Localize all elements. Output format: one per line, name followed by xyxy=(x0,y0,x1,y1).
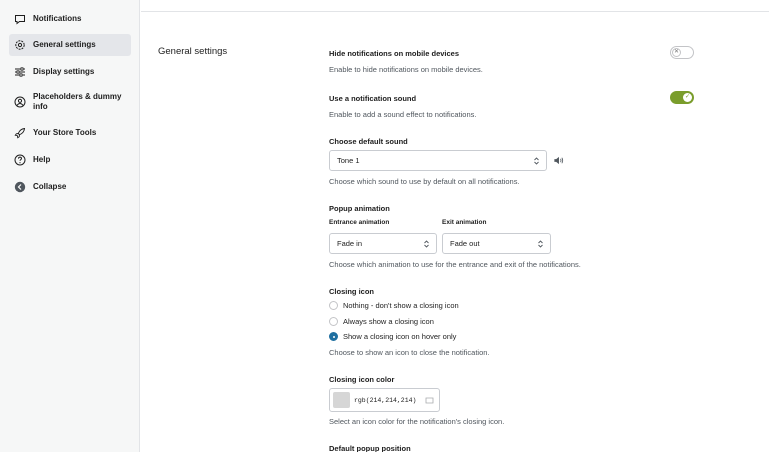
sidebar-item-label: Notifications xyxy=(33,13,82,23)
exit-animation-value: Fade out xyxy=(450,239,480,248)
radio-label: Always show a closing icon xyxy=(343,317,434,326)
closing-icon-color-help: Select an icon color for the notificatio… xyxy=(329,417,505,426)
sidebar-item-display-settings[interactable]: Display settings xyxy=(9,63,131,80)
popup-animation-label: Popup animation xyxy=(329,204,390,213)
sound-help: Enable to add a sound effect to notifica… xyxy=(329,110,477,119)
sidebar: Notifications General settings Display s… xyxy=(0,0,140,452)
select-chevron-icon xyxy=(424,240,429,248)
sidebar-item-label: Collapse xyxy=(33,181,67,191)
hide-mobile-toggle[interactable]: ✕ xyxy=(670,46,694,59)
exit-animation-select[interactable]: Fade out xyxy=(442,233,551,254)
default-position-label: Default popup position xyxy=(329,444,411,452)
closing-icon-color-label: Closing icon color xyxy=(329,375,395,384)
closing-icon-label: Closing icon xyxy=(329,287,374,296)
entrance-animation-value: Fade in xyxy=(337,239,363,248)
sidebar-item-label: Placeholders & dummy info xyxy=(33,92,122,111)
radio-label: Show a closing icon on hover only xyxy=(343,332,457,341)
eraser-icon[interactable] xyxy=(425,397,434,404)
sound-label: Use a notification sound xyxy=(329,94,417,103)
default-sound-value: Tone 1 xyxy=(337,156,360,165)
page-title: General settings xyxy=(158,46,228,57)
sidebar-item-store-tools[interactable]: Your Store Tools xyxy=(9,124,131,141)
close-icon: ✕ xyxy=(672,48,681,57)
sidebar-item-label: General settings xyxy=(33,40,96,49)
entrance-animation-label: Entrance animation xyxy=(329,219,390,226)
color-swatch[interactable] xyxy=(333,392,350,408)
sidebar-item-notifications[interactable]: Notifications xyxy=(9,10,131,27)
user-circle-icon xyxy=(14,96,26,108)
gear-icon xyxy=(14,39,26,51)
closing-icon-color-picker[interactable]: rgb(214,214,214) xyxy=(329,388,440,412)
sidebar-item-label: Help xyxy=(33,154,51,164)
hide-mobile-help: Enable to hide notifications on mobile d… xyxy=(329,65,483,74)
select-chevron-icon xyxy=(538,240,543,248)
color-value: rgb(214,214,214) xyxy=(354,397,417,404)
closing-icon-option-always[interactable]: Always show a closing icon xyxy=(329,317,434,326)
popup-animation-help: Choose which animation to use for the en… xyxy=(329,260,581,269)
select-chevron-icon xyxy=(534,157,539,165)
sidebar-item-placeholders[interactable]: Placeholders & dummy info xyxy=(9,90,131,114)
sidebar-item-general-settings[interactable]: General settings xyxy=(9,34,131,56)
hide-mobile-label: Hide notifications on mobile devices xyxy=(329,49,460,58)
header-divider xyxy=(141,11,769,12)
rocket-icon xyxy=(14,127,26,139)
radio-button[interactable] xyxy=(329,317,338,326)
sidebar-item-collapse[interactable]: Collapse xyxy=(9,178,131,195)
chat-bubble-icon xyxy=(14,13,26,25)
radio-button[interactable] xyxy=(329,332,338,341)
exit-animation-label: Exit animation xyxy=(442,219,487,226)
closing-icon-option-hover[interactable]: Show a closing icon on hover only xyxy=(329,332,456,341)
default-sound-select[interactable]: Tone 1 xyxy=(329,150,547,171)
radio-button[interactable] xyxy=(329,301,338,310)
help-icon xyxy=(14,154,26,166)
collapse-arrow-icon xyxy=(14,181,26,193)
entrance-animation-select[interactable]: Fade in xyxy=(329,233,437,254)
check-icon: ✓ xyxy=(683,93,692,102)
radio-label: Nothing - don't show a closing icon xyxy=(343,301,459,310)
sliders-icon xyxy=(14,66,26,78)
closing-icon-option-nothing[interactable]: Nothing - don't show a closing icon xyxy=(329,301,459,310)
default-sound-help: Choose which sound to use by default on … xyxy=(329,177,520,186)
sidebar-item-help[interactable]: Help xyxy=(9,151,131,168)
sound-toggle[interactable]: ✓ xyxy=(670,91,694,104)
default-sound-label: Choose default sound xyxy=(329,137,408,146)
closing-icon-help: Choose to show an icon to close the noti… xyxy=(329,348,490,357)
sidebar-item-label: Display settings xyxy=(33,66,95,76)
sidebar-item-label: Your Store Tools xyxy=(33,127,97,137)
speaker-icon[interactable] xyxy=(553,155,564,166)
